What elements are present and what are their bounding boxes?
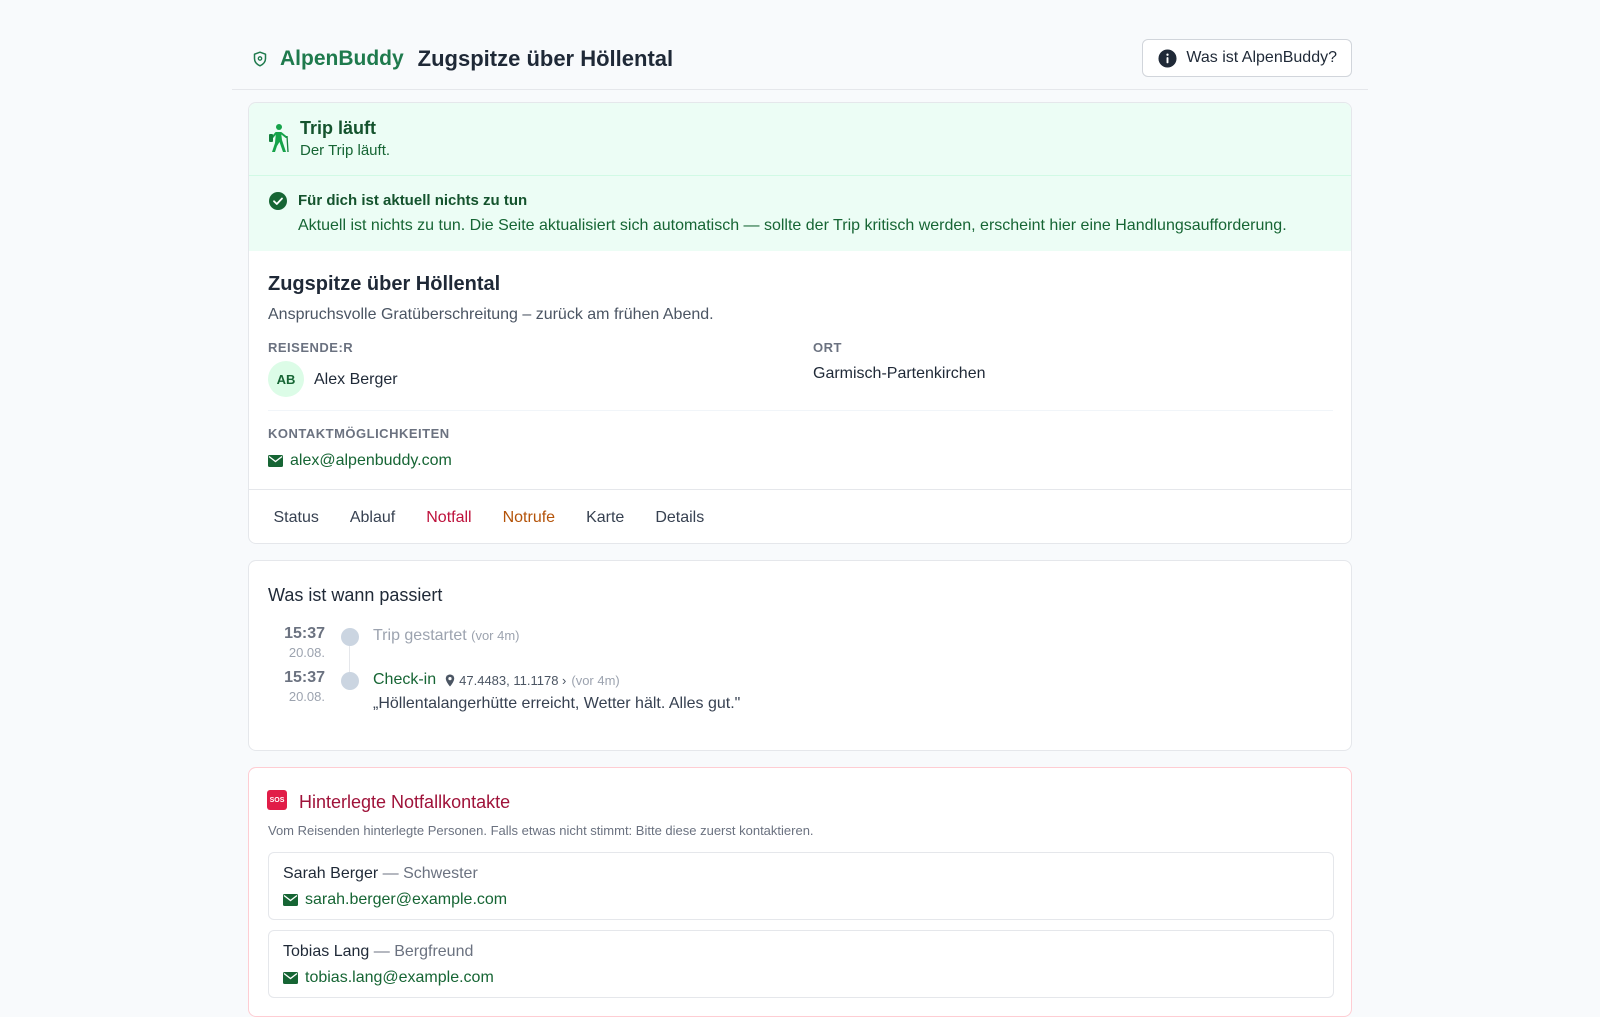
notice-banner: Für dich ist aktuell nichts zu tun Aktue… (249, 176, 1351, 251)
contact-name: Sarah Berger (283, 865, 379, 882)
sos-icon: SOS (267, 790, 287, 810)
mail-icon (268, 455, 283, 467)
event-ago: (vor 4m) (471, 628, 520, 643)
trip-card: Trip läuft Der Trip läuft. Für dich ist … (248, 102, 1352, 544)
notice-text: Aktuell ist nichts zu tun. Die Seite akt… (298, 217, 1287, 234)
page-title: Zugspitze über Höllental (417, 46, 674, 71)
event-name: Check-in (373, 671, 437, 688)
contact-email-link[interactable]: sarah.berger@example.com (283, 891, 507, 909)
timeline-connector (349, 646, 350, 674)
event-date: 20.08. (288, 689, 325, 704)
event-started: Trip gestartet (vor 4m) (373, 627, 520, 645)
status-title: Trip läuft (300, 118, 376, 138)
event-date: 20.08. (288, 645, 325, 660)
status-banner: Trip läuft Der Trip läuft. (249, 103, 1351, 176)
timeline-title: Was ist wann passiert (268, 585, 443, 605)
contact-email: tobias.lang@example.com (305, 969, 494, 986)
status-subtitle: Der Trip läuft. (300, 142, 391, 159)
tab-bar: Status Ablauf Notfall Notrufe Karte Deta… (249, 489, 1351, 543)
coordinates-link[interactable]: 47.4483, 11.1178 › (459, 673, 566, 688)
place-label: ORT (813, 340, 842, 355)
trip-name: Zugspitze über Höllental (268, 273, 501, 295)
event-time: 15:37 (284, 669, 325, 686)
event-message: „Höllentalangerhütte erreicht, Wetter hä… (373, 695, 741, 712)
tab-status[interactable]: Status (258, 509, 334, 527)
traveler-label: REISENDE:R (268, 340, 354, 355)
contact-relation: — Schwester (382, 865, 478, 882)
map-pin-icon (445, 674, 455, 686)
contact-item: Sarah Berger — Schwester sarah.berger@ex… (268, 852, 1334, 920)
shield-icon (253, 51, 267, 67)
event-checkin: Check-in 47.4483, 11.1178 › (vor 4m) (373, 671, 620, 689)
avatar: AB (268, 361, 304, 397)
emergency-title: Hinterlegte Notfallkontakte (299, 792, 511, 812)
mail-icon (283, 894, 298, 906)
hiker-icon (269, 124, 289, 153)
event-ago: (vor 4m) (571, 672, 620, 688)
contact-email-link[interactable]: tobias.lang@example.com (283, 969, 494, 987)
info-icon (1158, 48, 1177, 68)
timeline-dot (341, 628, 359, 646)
tab-ablauf[interactable]: Ablauf (334, 509, 410, 527)
emergency-contacts-card: SOS Hinterlegte Notfallkontakte Vom Reis… (248, 767, 1352, 1017)
emergency-description: Vom Reisenden hinterlegte Personen. Fall… (268, 823, 814, 838)
event-name: Trip gestartet (373, 627, 467, 644)
divider (268, 410, 1333, 411)
brand[interactable]: AlpenBuddy Zugspitze über Höllental (252, 46, 673, 72)
timeline-card: Was ist wann passiert 15:37 20.08. Trip … (248, 560, 1352, 751)
contact-relation: — Bergfreund (373, 943, 474, 960)
notice-title: Für dich ist aktuell nichts zu tun (298, 192, 528, 209)
contact-name-line: Sarah Berger — Schwester (283, 865, 478, 883)
page-header: AlpenBuddy Zugspitze über Höllental Was … (232, 36, 1368, 90)
tab-notfall[interactable]: Notfall (411, 509, 487, 527)
traveler-name: Alex Berger (314, 371, 398, 388)
contact-name-line: Tobias Lang — Bergfreund (283, 943, 473, 961)
trip-description: Anspruchsvolle Gratüberschreitung – zurü… (268, 306, 714, 323)
contact-label: KONTAKTMÖGLICHKEITEN (268, 426, 450, 441)
place-value: Garmisch-Partenkirchen (813, 365, 986, 382)
check-circle-icon (269, 192, 287, 210)
tab-notrufe[interactable]: Notrufe (487, 509, 570, 527)
contact-item: Tobias Lang — Bergfreund tobias.lang@exa… (268, 930, 1334, 998)
traveler-email-link[interactable]: alex@alpenbuddy.com (268, 452, 452, 470)
contact-name: Tobias Lang (283, 943, 370, 960)
brand-name: AlpenBuddy (280, 47, 404, 70)
traveler-email: alex@alpenbuddy.com (290, 452, 452, 469)
about-button-label: Was ist AlpenBuddy? (1186, 49, 1337, 66)
timeline-dot (341, 672, 359, 690)
tab-details[interactable]: Details (640, 509, 720, 527)
tab-karte[interactable]: Karte (571, 509, 640, 527)
contact-email: sarah.berger@example.com (305, 891, 508, 908)
mail-icon (283, 972, 298, 984)
event-time: 15:37 (284, 625, 325, 642)
about-button[interactable]: Was ist AlpenBuddy? (1142, 39, 1352, 77)
